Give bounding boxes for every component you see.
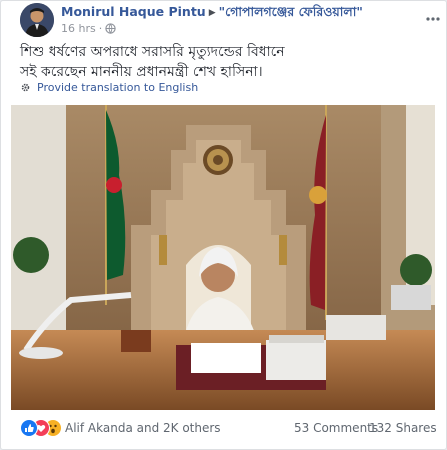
gear-icon [20,82,31,97]
post-text-line: শিশু ধর্ষণের অপরাধে সরাসরি মৃত্যুদন্ডের … [20,44,285,60]
author-name-link[interactable]: Monirul Haque Pintu [61,4,206,19]
facebook-post: Monirul Haque Pintu ▶ "গোপালগঞ্জের ফেরিওয়… [0,0,447,450]
globe-icon[interactable] [105,23,116,38]
avatar-image [20,3,54,37]
reaction-names-link[interactable]: Alif Akanda and 2K others [65,420,221,436]
more-options-icon[interactable] [426,7,440,21]
translate-label: Provide translation to English [37,81,199,94]
author-avatar[interactable] [20,3,54,37]
post-footer: Alif Akanda and 2K others 53 Comments 13… [1,411,446,448]
translate-link[interactable]: Provide translation to English [20,81,198,97]
comments-count-link[interactable]: 53 Comments [294,420,378,436]
group-name-link[interactable]: "গোপালগঞ্জের ফেরিওয়ালা" [219,4,363,19]
like-reaction-icon [20,419,38,437]
post-header: Monirul Haque Pintu ▶ "গোপালগঞ্জের ফেরিওয়… [1,1,446,41]
meta-separator: · [98,22,103,35]
office-photo-image [11,105,435,410]
post-photo[interactable] [11,105,435,410]
post-meta: 16 hrs · [61,22,116,38]
shared-to-arrow-icon: ▶ [208,8,216,18]
author-line: Monirul Haque Pintu ▶ "গোপালগঞ্জের ফেরিওয়… [61,4,363,22]
post-text: শিশু ধর্ষণের অপরাধে সরাসরি মৃত্যুদন্ডের … [20,42,430,82]
post-text-line: সই করেছেন মাননীয় প্রধানমন্ত্রী শেখ হাসি… [20,64,263,80]
shares-count-link[interactable]: 132 Shares [369,420,437,436]
post-timestamp[interactable]: 16 hrs [61,22,96,35]
